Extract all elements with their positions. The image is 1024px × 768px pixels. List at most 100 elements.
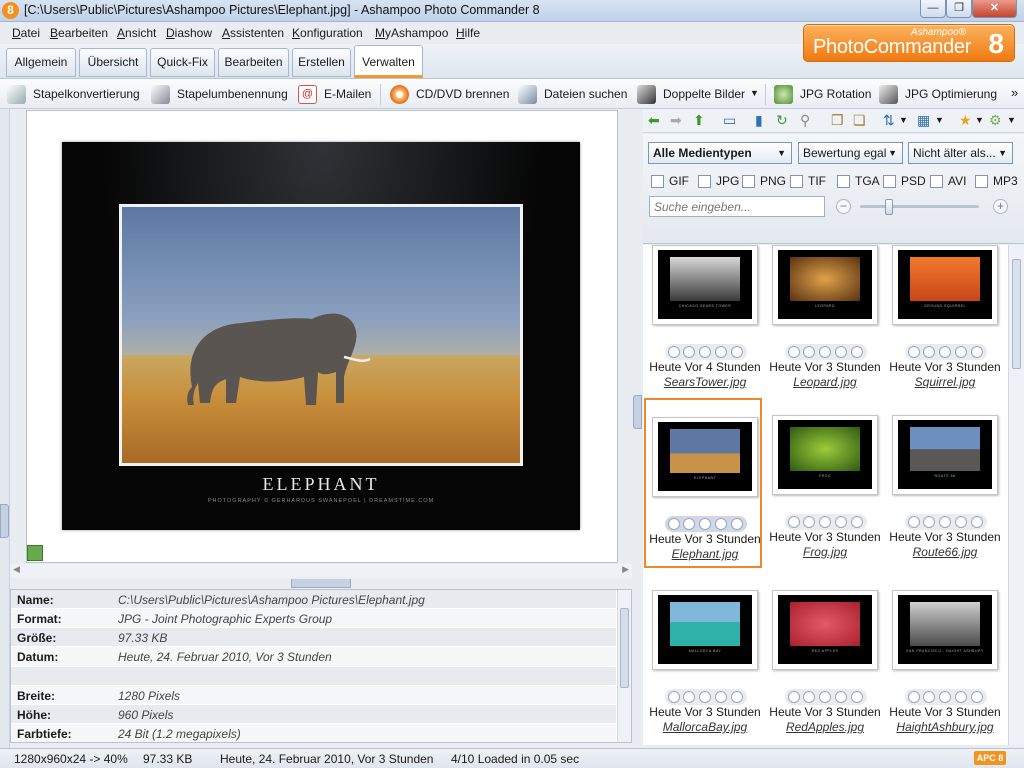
rating-stars[interactable] [665,689,747,705]
thumbnail-size-handle[interactable] [885,199,893,215]
maximize-button[interactable]: ❐ [946,0,972,18]
rating-stars[interactable] [905,689,987,705]
elephant-silhouette [187,313,371,405]
menu-ansicht[interactable]: Ansicht [117,26,156,40]
back-arrow-icon[interactable]: ⬅ [648,112,660,129]
view-dropdown-arrow[interactable]: ▼ [935,112,944,129]
thumbnail-item[interactable]: FROG Heute Vor 3 Stunden Frog.jpg [766,415,884,585]
info-row-color-depth: Farbtiefe: 24 Bit (1.2 megapixels) [11,724,616,742]
file-info-panel: Name: C:\Users\Public\Pictures\Ashampoo P… [10,589,632,743]
rating-select[interactable]: Bewertung egal ▼ [798,142,903,164]
info-panel-toggle[interactable] [291,579,351,588]
info-icon[interactable]: ▮ [755,112,763,129]
rating-stars[interactable] [785,689,867,705]
zoom-in-icon[interactable]: + [993,199,1008,214]
tab-verwalten[interactable]: Verwalten [354,45,423,78]
up-arrow-icon[interactable]: ⬆ [693,112,705,129]
rating-stars[interactable] [665,516,747,532]
info-scrollbar[interactable] [617,590,631,742]
tab-erstellen[interactable]: Erstellen [292,48,351,77]
thumbnail-filename[interactable]: Leopard.jpg [766,375,884,389]
brand-version: 8 [988,28,1004,59]
rating-stars[interactable] [785,344,867,360]
menu-myashampoo[interactable]: MyAshampoo [375,26,448,40]
search-icon[interactable]: ⚲ [800,112,810,129]
app-icon[interactable]: 8 [2,2,19,19]
menu-bearbeiten[interactable]: Bearbeiten [50,26,108,40]
thumbnail-image [670,602,740,646]
tab-quick-fix[interactable]: Quick-Fix [150,48,215,77]
copy-icon[interactable]: ❐ [831,112,844,129]
minimize-button[interactable]: — [920,0,946,18]
menu-konfiguration[interactable]: Konfiguration [292,26,363,40]
tab-allgemein[interactable]: Allgemein [6,48,76,77]
thumbnail-filename[interactable]: HaightAshbury.jpg [886,720,1004,734]
thumbnail-item[interactable]: RED APPLES Heute Vor 3 Stunden RedApples… [766,590,884,745]
thumbnail-filename[interactable]: Route66.jpg [886,545,1004,559]
thumbnail-filename[interactable]: SearsTower.jpg [646,375,764,389]
status-date: Heute, 24. Februar 2010, Vor 3 Stunden [220,752,434,766]
tab-uebersicht[interactable]: Übersicht [79,48,147,77]
right-panel-toggle[interactable] [633,395,642,429]
thumbnail-filename[interactable]: Squirrel.jpg [886,375,1004,389]
thumbnail-item[interactable]: SAN FRANCISCO - HAIGHT ASHBURY Heute Vor… [886,590,1004,745]
tools-icon[interactable]: ⚙ [989,112,1002,129]
thumbnail-item-selected[interactable]: ELEPHANT Heute Vor 3 Stunden Elephant.jp… [644,398,762,568]
close-button[interactable]: ✕ [972,0,1017,18]
thumbnail-filename[interactable]: MallorcaBay.jpg [646,720,764,734]
gallery-scrollbar[interactable] [1008,245,1024,745]
menu-assistenten[interactable]: Assistenten [222,26,284,40]
rating-stars[interactable] [905,344,987,360]
poster-frame: ELEPHANT PHOTOGRAPHY © GERHARDUS SWANEPO… [62,142,580,530]
thumbnail-filename[interactable]: RedApples.jpg [766,720,884,734]
thumbnail-item[interactable]: MALLORCA BAY Heute Vor 3 Stunden Mallorc… [646,590,764,745]
age-select[interactable]: Nicht älter als... ▼ [908,142,1013,164]
info-row-format: Format: JPG - Joint Photographic Experts … [11,609,616,628]
menu-datei[interactable]: Datei [12,26,40,40]
view-mode-icon[interactable]: ▦ [917,112,930,129]
thumbnail-image [790,602,860,646]
gallery-scroll-thumb[interactable] [1012,259,1021,369]
star-icon[interactable]: ★ [959,112,972,129]
search-input[interactable] [649,196,825,217]
fit-to-window-icon[interactable] [27,545,43,561]
poster-title: ELEPHANT [262,474,380,494]
scroll-left-arrow-icon[interactable]: ◀ [13,564,20,575]
disc-flame-icon [390,85,409,104]
poster-credit: PHOTOGRAPHY © GERHARDUS SWANEPOEL | DREA… [207,498,435,504]
tab-bearbeiten[interactable]: Bearbeiten [218,48,289,77]
rating-stars[interactable] [905,514,987,530]
thumbnail-item[interactable]: ROUTE 66 Heute Vor 3 Stunden Route66.jpg [886,415,1004,585]
star-dropdown-arrow[interactable]: ▼ [975,112,984,129]
thumbnail-filename[interactable]: Elephant.jpg [646,547,764,561]
scroll-right-arrow-icon[interactable]: ▶ [622,564,629,575]
thumbnail-image [910,257,980,301]
menu-hilfe[interactable]: Hilfe [456,26,480,40]
panel-layout-icon[interactable]: ▭ [723,112,736,129]
thumbnail-image [790,257,860,301]
sort-dropdown-arrow[interactable]: ▼ [899,112,908,129]
move-icon[interactable]: ❏ [853,112,866,129]
left-panel-toggle[interactable] [0,504,9,538]
rating-stars[interactable] [665,344,747,360]
sort-icon[interactable]: ⇅ [883,112,895,129]
zoom-out-icon[interactable]: − [836,199,851,214]
thumbnail-filename[interactable]: Frog.jpg [766,545,884,559]
tools-dropdown-arrow[interactable]: ▼ [1007,112,1016,129]
thumbnail-item[interactable]: LEOPARD Heute Vor 3 Stunden Leopard.jpg [766,245,884,415]
menu-diashow[interactable]: Diashow [166,26,212,40]
thumbnail-item[interactable]: CHICAGO SEARS TOWER Heute Vor 4 Stunden … [646,245,764,415]
preview-photo [119,204,523,466]
thumbnail-size-slider[interactable] [860,205,979,208]
forward-arrow-icon[interactable]: ➡ [670,112,682,129]
toolbar-overflow-button[interactable]: » [1011,85,1018,100]
rating-stars[interactable] [785,514,867,530]
jpg-rotation-icon [774,85,793,104]
thumbnail-image [670,429,740,473]
preview-horizontal-scrollbar[interactable]: ◀ ▶ [10,564,632,578]
media-type-select[interactable]: Alle Medientypen ▼ [648,142,792,164]
thumbnail-item[interactable]: GROUND SQUIRREL Heute Vor 3 Stunden Squi… [886,245,1004,415]
refresh-icon[interactable]: ↻ [776,112,788,129]
duplicates-dropdown-arrow[interactable]: ▼ [750,88,759,98]
info-scroll-thumb[interactable] [620,608,629,688]
